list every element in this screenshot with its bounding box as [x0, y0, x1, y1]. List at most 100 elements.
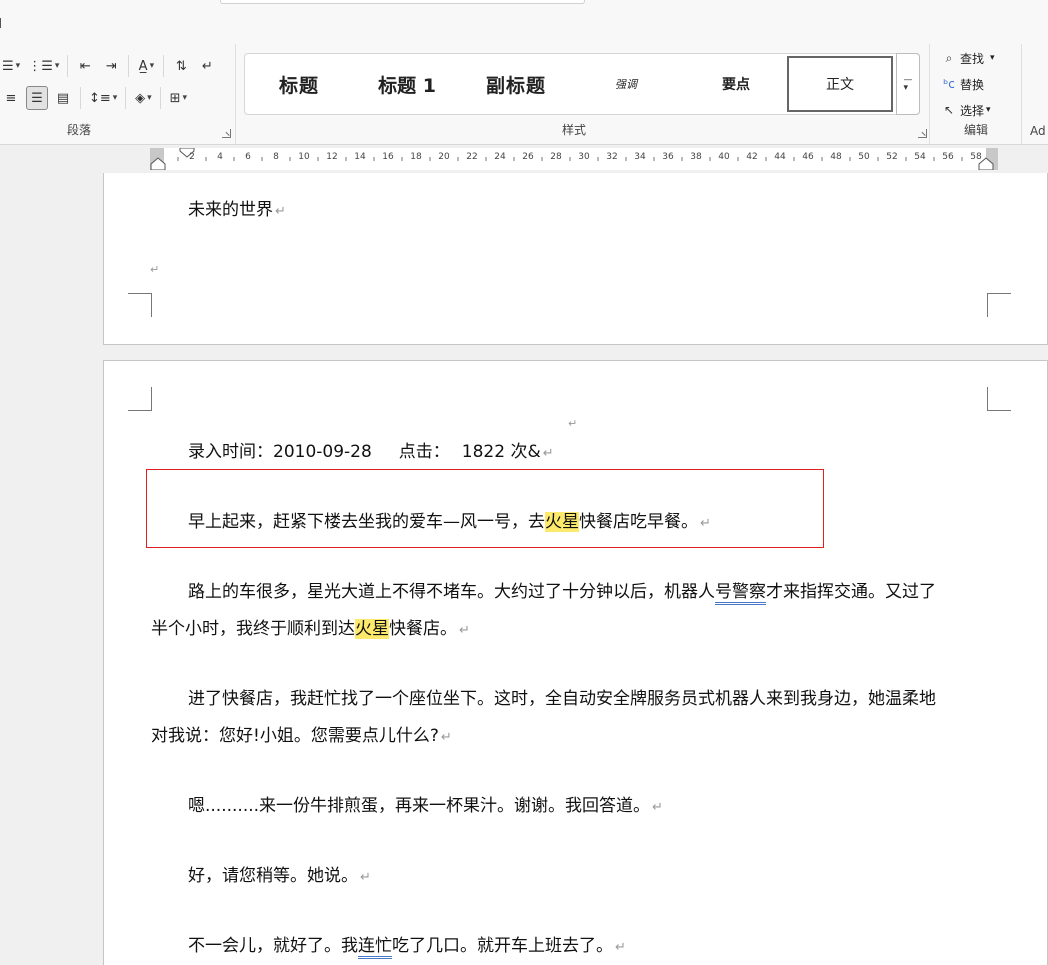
replace-label: 替换: [960, 77, 985, 92]
chevron-down-icon: ▾: [149, 61, 155, 71]
find-label: 查找: [960, 51, 985, 66]
ruler-tick-label: 26: [522, 152, 534, 162]
ruler-tick-label: 4: [217, 152, 223, 162]
page-1[interactable]: 未来的世界 ↵ ↵: [103, 173, 1048, 345]
search-icon: ⌕: [945, 50, 953, 65]
paragraph-1-text-end: 快餐店吃早餐。: [579, 512, 698, 532]
chevron-down-icon: ▾: [54, 61, 60, 71]
chevron-down-icon: ▾: [990, 53, 995, 63]
paragraph-mark-icon: ↵: [440, 730, 452, 745]
paragraph-mark-icon: ↵: [615, 940, 626, 955]
decrease-indent-button[interactable]: ⇤: [74, 54, 96, 78]
ruler-tick-label: 12: [326, 152, 338, 162]
borders-button[interactable]: ⊞ ▾: [167, 86, 189, 110]
multilevel-list-icon: ⋮☰: [28, 58, 53, 74]
grammar-flag-text[interactable]: 连忙: [358, 936, 392, 959]
clicks-value: 1822 次&: [461, 442, 541, 462]
ruler-tick-label: 56: [942, 152, 954, 162]
ruler-tick-label: 6: [245, 152, 251, 162]
paragraph-5-text: 好，请您稍等。她说。: [188, 866, 358, 886]
toolbar-separator: [80, 87, 81, 109]
crop-mark: [128, 387, 152, 411]
ruler-tick-label: 34: [634, 152, 646, 162]
paragraph-mark-icon: ↵: [542, 446, 554, 461]
chinese-layout-button[interactable]: A̲ ▾: [135, 54, 157, 78]
ruler-tick-label: 8: [273, 152, 279, 162]
ruler-bar: 2 4 6 8 10 12 14 16 18 20 22 24 26 28 30 32 34 36 38 40 42 44…: [0, 145, 1048, 173]
paragraph-mark-icon: ↵: [360, 870, 371, 885]
increase-indent-icon: ⇥: [105, 58, 117, 74]
paragraph-6-text-end: 吃了几口。就开车上班去了。: [392, 936, 613, 956]
borders-icon: ⊞: [169, 90, 181, 106]
distributed-icon: ▤: [56, 90, 70, 106]
paragraph-row-2: ≡ ☰ ▤ ↕≡ ▾ ◈ ▾ ⊞ ▾: [0, 86, 193, 110]
toolbar-separator: [163, 55, 165, 77]
style-title[interactable]: 标题: [245, 54, 353, 114]
page-2[interactable]: ↵ 录入时间：2010-09-28 点击： 1822 次& ↵ 早上起来，赶紧下楼去坐…: [103, 360, 1048, 965]
cursor-arrow-icon: ↖: [943, 103, 955, 117]
paragraph-2-text: 路上的车很多，星光大道上不得不堵车。大约过了十分钟以后，机器人: [188, 582, 715, 602]
replace-icon: ᵇc: [943, 77, 955, 91]
addins-group-label: Ad: [1030, 124, 1046, 138]
horizontal-ruler[interactable]: 2 4 6 8 10 12 14 16 18 20 22 24 26 28 30 32 34 36 38 40 42 44…: [150, 148, 998, 170]
ruler-tick-label: 36: [662, 152, 674, 162]
style-emphasis[interactable]: 强调: [571, 54, 681, 114]
clicks-label: 点击：: [398, 442, 450, 462]
paint-bucket-icon: ◈: [135, 90, 146, 106]
styles-gallery-more-button[interactable]: — ▾: [896, 53, 920, 115]
select-label: 选择: [960, 103, 985, 118]
select-button[interactable]: ↖ 选择 ▾: [940, 100, 991, 120]
style-subtitle[interactable]: 副标题: [461, 54, 571, 114]
ruler-tick-label: 40: [718, 152, 730, 162]
title-line: 未来的世界 ↵: [188, 195, 286, 220]
document-area[interactable]: 未来的世界 ↵ ↵ ↵ 录入时间：2010-09-28 点击： 1822 次& ↵ 早上…: [0, 173, 1048, 965]
chevron-down-icon: ▾: [986, 105, 991, 115]
line-spacing-icon: ↕≡: [89, 90, 111, 106]
paragraph-1: 早上起来，赶紧下楼去坐我的爱车—风一号，去火星快餐店吃早餐。 ↵: [188, 507, 711, 532]
decrease-indent-icon: ⇤: [79, 58, 91, 74]
style-normal[interactable]: 正文: [787, 56, 893, 112]
find-button[interactable]: ⌕ 查找 ▾: [940, 48, 995, 68]
justify-icon: ☰: [31, 90, 43, 106]
replace-button[interactable]: ᵇc 替换: [940, 74, 984, 94]
paragraph-2-line-2: 半个小时，我终于顺利到达火星快餐店。 ↵: [151, 614, 470, 639]
paragraph-4: 嗯..........来一份牛排煎蛋，再来一杯果汁。谢谢。我回答道。 ↵: [188, 791, 663, 816]
show-marks-button[interactable]: ↵: [196, 54, 218, 78]
paragraph-dialog-launcher[interactable]: [222, 129, 231, 138]
ruler-tick-label: 38: [690, 152, 702, 162]
paragraph-2-text-end: 才来指挥交通。又过了: [766, 582, 936, 602]
style-heading-1[interactable]: 标题 1: [353, 54, 461, 114]
title-strip: [220, 0, 585, 4]
paragraph-3-text: 对我说：您好!小姐。您需要点儿什么?: [151, 726, 439, 746]
bullet-list-button[interactable]: ☰ ▾: [0, 54, 22, 78]
paragraph-group-label: 段落: [67, 123, 92, 137]
paragraph-group: ☰ ▾ ⋮☰ ▾ ⇤ ⇥ A̲ ▾ ⇅ ↵ ≡ ☰ ▤ ↕≡ ▾ ◈ ▾ ⊞ ▾ 段落: [0, 44, 236, 144]
ruler-tick-label: 22: [466, 152, 478, 162]
ruler-tick-label: 30: [578, 152, 590, 162]
ruler-tick-label: 48: [830, 152, 842, 162]
styles-dialog-launcher[interactable]: [918, 129, 927, 138]
styles-group-label: 样式: [562, 123, 587, 137]
grammar-flag-text[interactable]: 号警察: [715, 582, 766, 605]
title-text: 未来的世界: [188, 200, 273, 220]
paragraph-2-text-end: 快餐店。: [389, 619, 457, 639]
paragraph-row-1: ☰ ▾ ⋮☰ ▾ ⇤ ⇥ A̲ ▾ ⇅ ↵: [0, 54, 222, 78]
shading-button[interactable]: ◈ ▾: [132, 86, 154, 110]
justify-button[interactable]: ☰: [26, 86, 48, 110]
paragraph-2-text: 半个小时，我终于顺利到达: [151, 619, 355, 639]
ribbon-edge-mark: [0, 18, 3, 28]
multilevel-list-button[interactable]: ⋮☰ ▾: [26, 54, 61, 78]
style-strong[interactable]: 要点: [681, 54, 791, 114]
meta-line: 录入时间：2010-09-28 点击： 1822 次& ↵: [188, 437, 554, 462]
ruler-tick-label: 46: [802, 152, 814, 162]
align-right-button[interactable]: ≡: [0, 86, 22, 110]
ruler-tick-label: 50: [858, 152, 870, 162]
line-spacing-button[interactable]: ↕≡ ▾: [87, 86, 119, 110]
styles-group: 标题 标题 1 副标题 强调 要点 正文 — ▾ 样式: [236, 44, 930, 144]
ruler-tick-label: 2: [189, 152, 195, 162]
distributed-button[interactable]: ▤: [52, 86, 74, 110]
ruler-tick-label: 16: [382, 152, 394, 162]
sort-button[interactable]: ⇅: [170, 54, 192, 78]
chevron-down-icon: ▾: [15, 61, 21, 71]
increase-indent-button[interactable]: ⇥: [100, 54, 122, 78]
